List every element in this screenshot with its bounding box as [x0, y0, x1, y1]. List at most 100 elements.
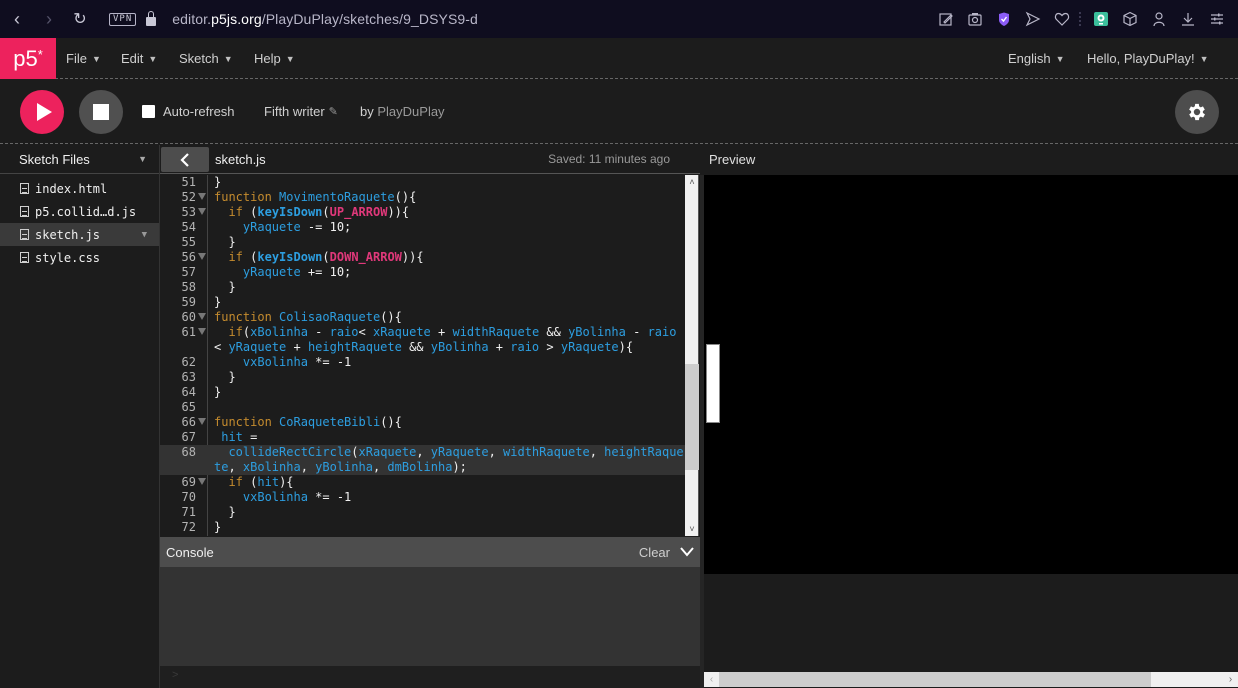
auto-refresh-toggle[interactable]: Auto-refresh — [142, 104, 235, 119]
file-item[interactable]: style.css — [0, 246, 159, 269]
code-line[interactable]: 52 function MovimentoRaquete(){ — [160, 190, 685, 205]
url-prefix: editor. — [172, 11, 212, 27]
code-line[interactable]: 51} — [160, 175, 685, 190]
back-button[interactable]: ‹ — [6, 8, 28, 30]
language-menu[interactable]: English ▼ — [1008, 38, 1065, 79]
code-line[interactable]: 59} — [160, 295, 685, 310]
code-line[interactable]: 58 } — [160, 280, 685, 295]
code-line[interactable]: 61 if(xBolinha - raio< xRaquete + widthR… — [160, 325, 685, 355]
code-editor[interactable]: 51} 52 function MovimentoRaquete(){53 if (… — [160, 175, 685, 536]
line-number: 60 — [181, 310, 196, 324]
auto-refresh-checkbox[interactable] — [142, 105, 155, 118]
scroll-left-icon[interactable]: ‹ — [704, 672, 719, 687]
code-line[interactable]: 66 function CoRaqueteBibli(){ — [160, 415, 685, 430]
line-number: 52 — [181, 190, 196, 204]
user-menu[interactable]: Hello, PlayDuPlay! ▼ — [1087, 38, 1209, 79]
caret-down-icon[interactable]: ▼ — [138, 154, 147, 164]
code-line[interactable]: 68 collideRectCircle(xRaquete, yRaquete,… — [160, 445, 685, 475]
p5-logo[interactable]: p5 * — [0, 38, 56, 79]
preview-canvas[interactable] — [704, 175, 1238, 574]
scrollbar-thumb[interactable] — [719, 672, 1151, 687]
code-token: xBolinha — [250, 325, 308, 339]
address-bar[interactable]: editor.p5js.org/PlayDuPlay/sketches/9_DS… — [172, 11, 478, 27]
lock-icon[interactable] — [146, 11, 157, 26]
file-item[interactable]: index.html — [0, 177, 159, 200]
code-line[interactable]: 70 vxBolinha *= -1 — [160, 490, 685, 505]
code-text: collideRectCircle(xRaquete, yRaquete, wi… — [160, 445, 685, 475]
code-line[interactable]: 54 yRaquete -= 10; — [160, 220, 685, 235]
url-path: /PlayDuPlay/sketches/9_DSYS9-d — [261, 11, 478, 27]
forward-button[interactable]: › — [38, 8, 60, 30]
heart-icon[interactable] — [1049, 6, 1075, 32]
console-input[interactable]: > — [160, 666, 700, 688]
settings-sliders-icon[interactable] — [1204, 6, 1230, 32]
shield-check-icon[interactable] — [991, 6, 1017, 32]
send-icon[interactable] — [1020, 6, 1046, 32]
line-number: 59 — [181, 295, 196, 309]
code-line[interactable]: 55 } — [160, 235, 685, 250]
sketch-files-header[interactable]: Sketch Files ▼ — [0, 145, 159, 174]
play-button[interactable] — [20, 90, 64, 134]
owner-link[interactable]: PlayDuPlay — [377, 104, 444, 119]
menu-edit[interactable]: Edit ▼ — [121, 38, 157, 79]
line-number: 65 — [181, 400, 196, 414]
scroll-right-icon[interactable]: › — [1223, 672, 1238, 687]
fold-arrow-icon[interactable] — [198, 208, 206, 215]
fold-arrow-icon[interactable] — [198, 313, 206, 320]
menu-file[interactable]: File ▼ — [66, 38, 101, 79]
fold-arrow-icon[interactable] — [198, 328, 206, 335]
code-line[interactable]: 57 yRaquete += 10; — [160, 265, 685, 280]
code-line[interactable]: 62 vxBolinha *= -1 — [160, 355, 685, 370]
code-line[interactable]: 53 if (keyIsDown(UP_ARROW)){ — [160, 205, 685, 220]
pencil-icon[interactable]: ✎ — [329, 105, 338, 118]
file-item[interactable]: sketch.js ▼ — [0, 223, 159, 246]
profile-icon[interactable] — [1146, 6, 1172, 32]
code-text: } — [160, 235, 685, 250]
cube-icon[interactable] — [1117, 6, 1143, 32]
code-token: ( — [322, 250, 330, 264]
code-token: ColisaoRaquete — [279, 310, 381, 324]
fold-arrow-icon[interactable] — [198, 418, 206, 425]
code-token: xRaquete — [358, 445, 417, 459]
menu-help[interactable]: Help ▼ — [254, 38, 295, 79]
auto-refresh-label: Auto-refresh — [163, 104, 235, 119]
chevron-down-icon[interactable] — [680, 547, 694, 557]
fold-arrow-icon[interactable] — [198, 253, 206, 260]
code-line[interactable]: 71 } — [160, 505, 685, 520]
file-name: sketch.js — [35, 227, 101, 242]
settings-button[interactable] — [1175, 90, 1219, 134]
code-text: yRaquete += 10; — [160, 265, 685, 280]
stop-button[interactable] — [79, 90, 123, 134]
scroll-up-icon[interactable]: ˄ — [685, 175, 699, 189]
menu-sketch[interactable]: Sketch ▼ — [179, 38, 233, 79]
sketch-name[interactable]: Fifth writer ✎ — [264, 104, 338, 119]
code-line[interactable]: 65 — [160, 400, 685, 415]
collapse-sidebar-button[interactable] — [161, 147, 209, 172]
code-token: , — [589, 445, 605, 459]
editor-vertical-scrollbar[interactable]: ˄ ˅ — [685, 175, 699, 536]
code-line[interactable]: 67 hit = — [160, 430, 685, 445]
code-line[interactable]: 72} — [160, 520, 685, 535]
camera-icon[interactable] — [962, 6, 988, 32]
extension-icon[interactable] — [1088, 6, 1114, 32]
scrollbar-thumb[interactable] — [685, 364, 699, 470]
code-line[interactable]: 56 if (keyIsDown(DOWN_ARROW)){ — [160, 250, 685, 265]
code-text: if (keyIsDown(UP_ARROW)){ — [160, 205, 685, 220]
file-icon — [20, 183, 29, 194]
preview-horizontal-scrollbar[interactable]: ‹ › — [704, 672, 1238, 687]
fold-arrow-icon[interactable] — [198, 193, 206, 200]
fold-arrow-icon[interactable] — [198, 478, 206, 485]
file-options-icon[interactable]: ▼ — [142, 230, 147, 240]
file-item[interactable]: p5.collid…d.js — [0, 200, 159, 223]
code-token: { — [401, 205, 410, 219]
code-line[interactable]: 63 } — [160, 370, 685, 385]
edit-page-icon[interactable] — [933, 6, 959, 32]
download-icon[interactable] — [1175, 6, 1201, 32]
reload-button[interactable]: ↻ — [69, 8, 91, 30]
code-line[interactable]: 64} — [160, 385, 685, 400]
code-line[interactable]: 60 function ColisaoRaquete(){ — [160, 310, 685, 325]
console-clear-button[interactable]: Clear — [639, 545, 670, 560]
scroll-down-icon[interactable]: ˅ — [685, 522, 699, 536]
vpn-badge[interactable]: VPN — [109, 12, 137, 26]
code-line[interactable]: 69 if (hit){ — [160, 475, 685, 490]
